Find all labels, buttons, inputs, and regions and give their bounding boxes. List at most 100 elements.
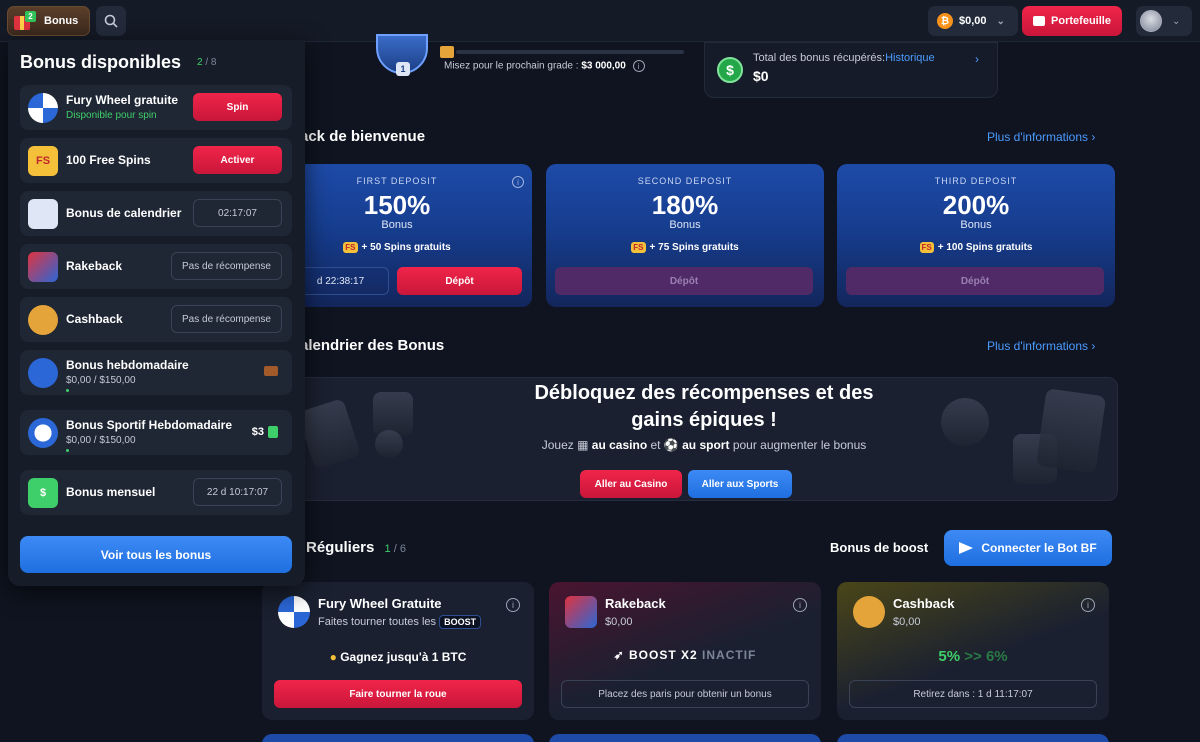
rocket-icon: ➶ (613, 648, 625, 662)
balance-selector[interactable]: ₿ $0,00 ⌄ (928, 6, 1018, 36)
profile-menu[interactable]: ⌄ (1136, 6, 1192, 36)
card-subtitle: Faites tourner toutes les BOOST (318, 615, 482, 629)
rank-progress-text: Misez pour le prochain grade : $3 000,00… (444, 60, 645, 72)
search-button[interactable] (96, 6, 126, 36)
bonus-item-status: Disponible pour spin (66, 110, 157, 121)
bonus-item-progress: $0,00 / $150,00 (66, 375, 136, 386)
deposit-button[interactable]: Dépôt (555, 267, 813, 295)
deposit-head: SECOND DEPOSIT (637, 176, 733, 186)
bonus-item-calendar[interactable]: Bonus de calendrier 02:17:07 (20, 191, 292, 236)
bonus-item-monthly[interactable]: $ Bonus mensuel 22 d 10:17:07 (20, 470, 292, 515)
boost-tag: BOOST (439, 615, 482, 629)
calendar-banner: Débloquez des récompenses et des gains ép… (290, 377, 1118, 501)
bonus-item-fury-wheel[interactable]: Fury Wheel gratuite Disponible pour spin… (20, 85, 292, 130)
second-deposit-card: SECOND DEPOSIT 180% Bonus FS + 75 Spins g… (546, 164, 824, 307)
boost-status: ➶ BOOST X2 INACTIF (613, 648, 757, 662)
bonus-item-name: Bonus de calendrier (66, 206, 182, 220)
bonus-item-name: Bonus Sportif Hebdomadaire (66, 418, 233, 432)
card-title: Cashback (893, 596, 955, 611)
connect-bot-button[interactable]: Connecter le Bot BF (944, 530, 1112, 566)
deposit-percent: 180% (651, 190, 719, 220)
card-title: Rakeback (605, 596, 666, 611)
recovered-label: Total des bonus récupérés:Historique (753, 52, 935, 64)
gift-icon (440, 46, 454, 58)
bonus-item-progress: $0,00 / $150,00 (66, 435, 136, 446)
bonus-item-name: Rakeback (66, 259, 123, 273)
reward-amount: $3 (252, 426, 278, 438)
bonus-item-rakeback[interactable]: Rakeback Pas de récompense (20, 244, 292, 289)
deposit-button[interactable]: Dépôt (397, 267, 522, 295)
no-reward-label: Pas de récompense (171, 305, 282, 333)
avatar (1140, 10, 1162, 32)
calendar-banner-title: Débloquez des récompenses et des gains ép… (534, 382, 874, 431)
history-link[interactable]: Historique (885, 52, 935, 64)
deposit-bonus-label: Bonus (669, 219, 701, 231)
gift-icon: 2 (14, 11, 36, 31)
recovered-value: $0 (753, 68, 769, 84)
bonus-item-name: Cashback (66, 312, 123, 326)
rakeback-icon (565, 596, 597, 628)
rank-progress: 1 Misez pour le prochain grade : $3 000,… (370, 34, 690, 98)
rakeback-card: Rakeback i $0,00 ➶ BOOST X2 INACTIF Plac… (549, 582, 821, 720)
cashback-rate: 5% >> 6% (938, 648, 1008, 665)
bonus-item-weekly[interactable]: Bonus hebdomadaire $0,00 / $150,00 (20, 350, 292, 395)
go-sports-button[interactable]: Aller aux Sports (688, 470, 792, 498)
free-spins-icon: FS (343, 242, 358, 253)
calendar-section-title: alendrier des Bonus (300, 337, 445, 354)
progress-bar (66, 389, 69, 392)
recovered-bonus-card: $ Total des bonus récupérés:Historique $… (704, 42, 998, 98)
panel-count: 2 / 8 (197, 57, 217, 68)
free-spins-icon: FS (631, 242, 646, 253)
deposit-spins: FS + 75 Spins gratuits (631, 242, 739, 253)
wheel-icon (28, 93, 58, 123)
available-bonus-panel: Bonus disponibles 2 / 8 Fury Wheel gratu… (8, 40, 305, 586)
bonus-item-name: Bonus hebdomadaire (66, 358, 189, 372)
wallet-label: Portefeuille (1051, 15, 1111, 27)
bonus-item-name: 100 Free Spins (66, 153, 151, 167)
bonus-item-weekly-sport[interactable]: Bonus Sportif Hebdomadaire $0,00 / $150,… (20, 410, 292, 455)
info-icon[interactable]: i (793, 598, 807, 612)
free-spins-icon: FS (919, 242, 934, 253)
spin-button[interactable]: Spin (193, 93, 282, 121)
progress-bar (66, 449, 69, 452)
bitcoin-icon: ₿ (937, 13, 953, 29)
info-icon[interactable]: i (512, 176, 524, 188)
search-icon (104, 14, 118, 28)
see-all-bonus-button[interactable]: Voir tous les bonus (20, 536, 292, 573)
go-casino-button[interactable]: Aller au Casino (580, 470, 682, 498)
card-title: Fury Wheel Gratuite (318, 596, 442, 611)
wallet-button[interactable]: Portefeuille (1022, 6, 1122, 36)
cashback-icon (28, 305, 58, 335)
bonus-item-free-spins[interactable]: FS 100 Free Spins Activer (20, 138, 292, 183)
chevron-right-icon[interactable]: › (975, 52, 979, 66)
place-bets-button[interactable]: Placez des paris pour obtenir un bonus (561, 680, 809, 708)
bonus-item-name: Bonus mensuel (66, 485, 156, 499)
deposit-bonus-label: Bonus (960, 219, 992, 231)
bonus-count-badge: 2 (25, 11, 36, 22)
bonus-button[interactable]: 2 Bonus (7, 6, 90, 36)
third-deposit-card: THIRD DEPOSIT 200% Bonus FS + 100 Spins g… (837, 164, 1115, 307)
bonus-item-cashback[interactable]: Cashback Pas de récompense (20, 297, 292, 342)
info-icon[interactable]: i (506, 598, 520, 612)
rank-level: 1 (396, 62, 410, 76)
calendar-banner-subtitle: Jouez ▦ au casino et ⚽ au sport pour aug… (541, 438, 867, 452)
monthly-calendar-icon: $ (28, 478, 58, 508)
card-value: $0,00 (893, 616, 921, 628)
coin-icon: ● (329, 650, 337, 664)
calendar-more-link[interactable]: Plus d'informations › (987, 339, 1095, 353)
deposit-percent: 200% (942, 190, 1010, 220)
activate-button[interactable]: Activer (193, 146, 282, 174)
info-icon[interactable]: i (632, 60, 645, 72)
deposit-button[interactable]: Dépôt (846, 267, 1104, 295)
welcome-more-link[interactable]: Plus d'informations › (987, 130, 1095, 144)
spin-wheel-button[interactable]: Faire tourner la roue (274, 680, 522, 708)
deposit-head: THIRD DEPOSIT (934, 176, 1018, 186)
wallet-icon (1033, 16, 1046, 26)
calendar-icon (28, 199, 58, 229)
free-spins-icon: FS (28, 146, 58, 176)
bonus-item-name: Fury Wheel gratuite (66, 93, 179, 107)
info-icon[interactable]: i (1081, 598, 1095, 612)
chevron-down-icon: ⌄ (1172, 15, 1181, 27)
cash-icon (268, 426, 278, 438)
withdraw-timer-button[interactable]: Retirez dans : 1 d 11:17:07 (849, 680, 1097, 708)
